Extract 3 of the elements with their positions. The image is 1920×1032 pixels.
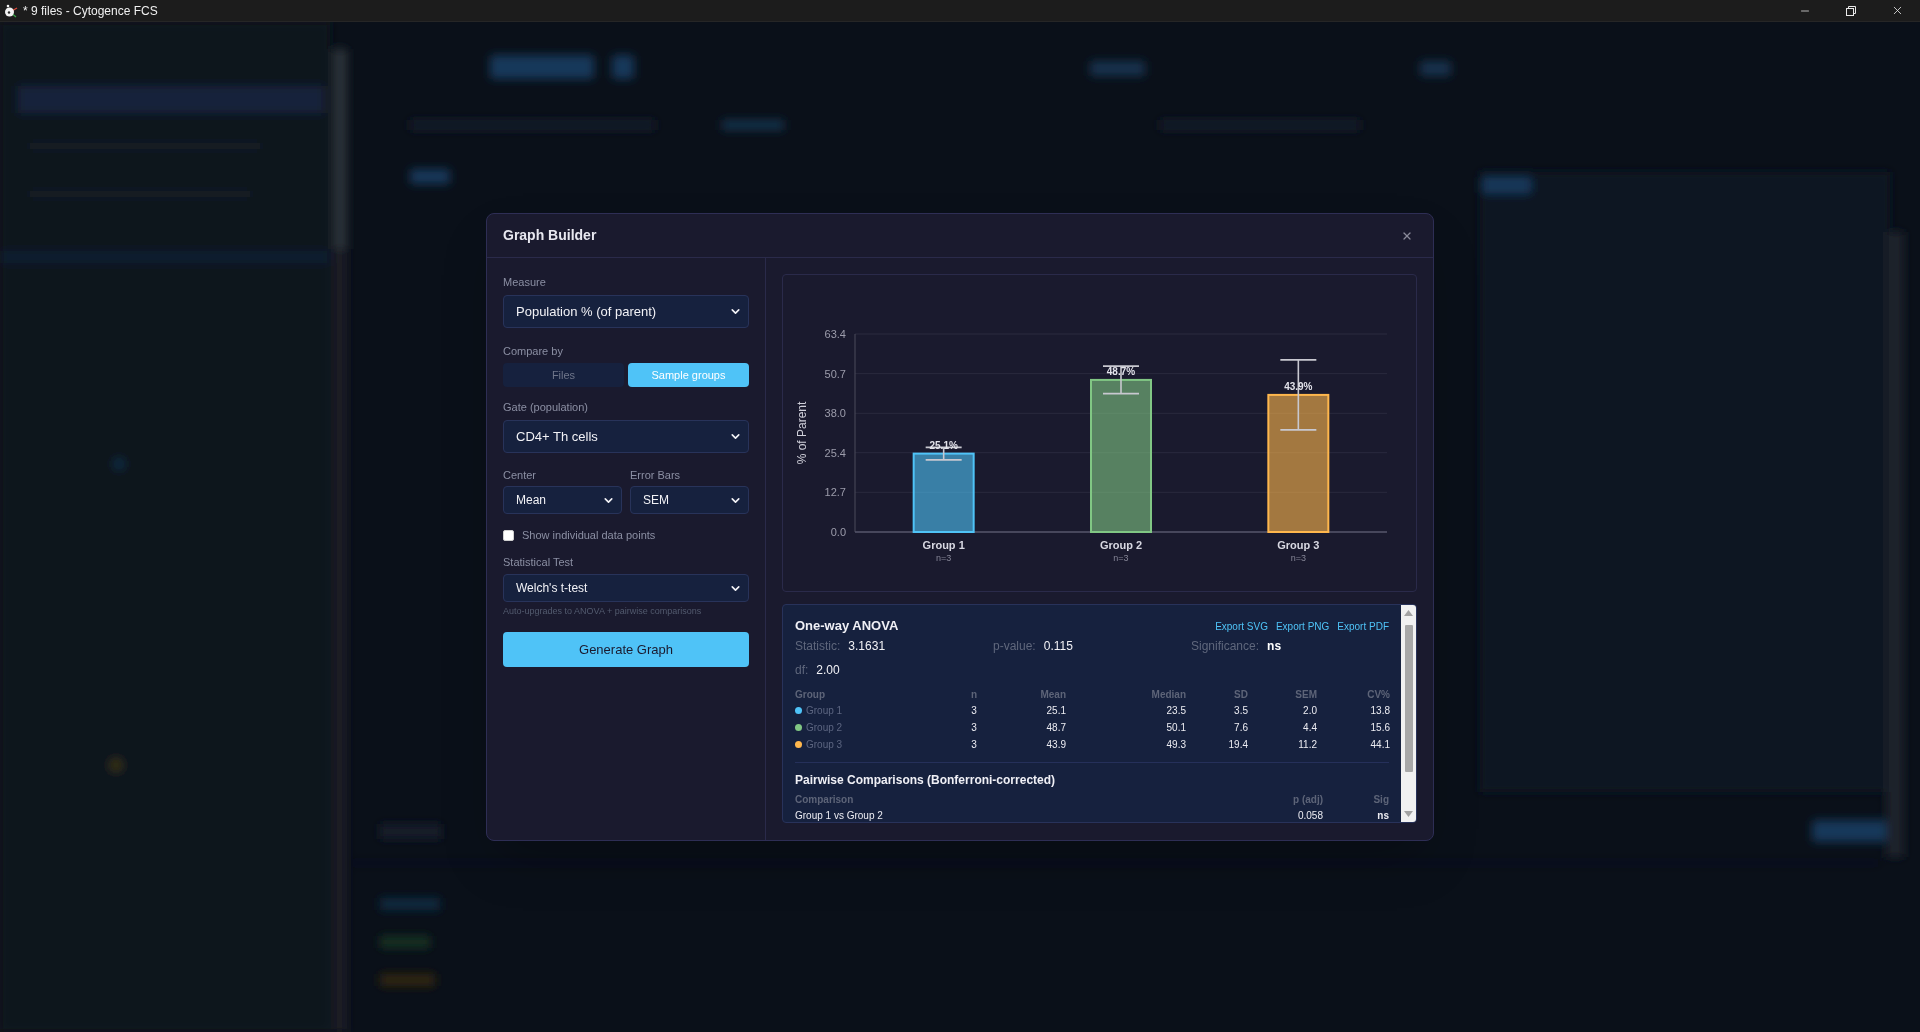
window-title: * 9 files - Cytogence FCS	[23, 3, 158, 18]
app-logo-icon	[4, 3, 18, 18]
restore-icon	[1846, 5, 1856, 16]
